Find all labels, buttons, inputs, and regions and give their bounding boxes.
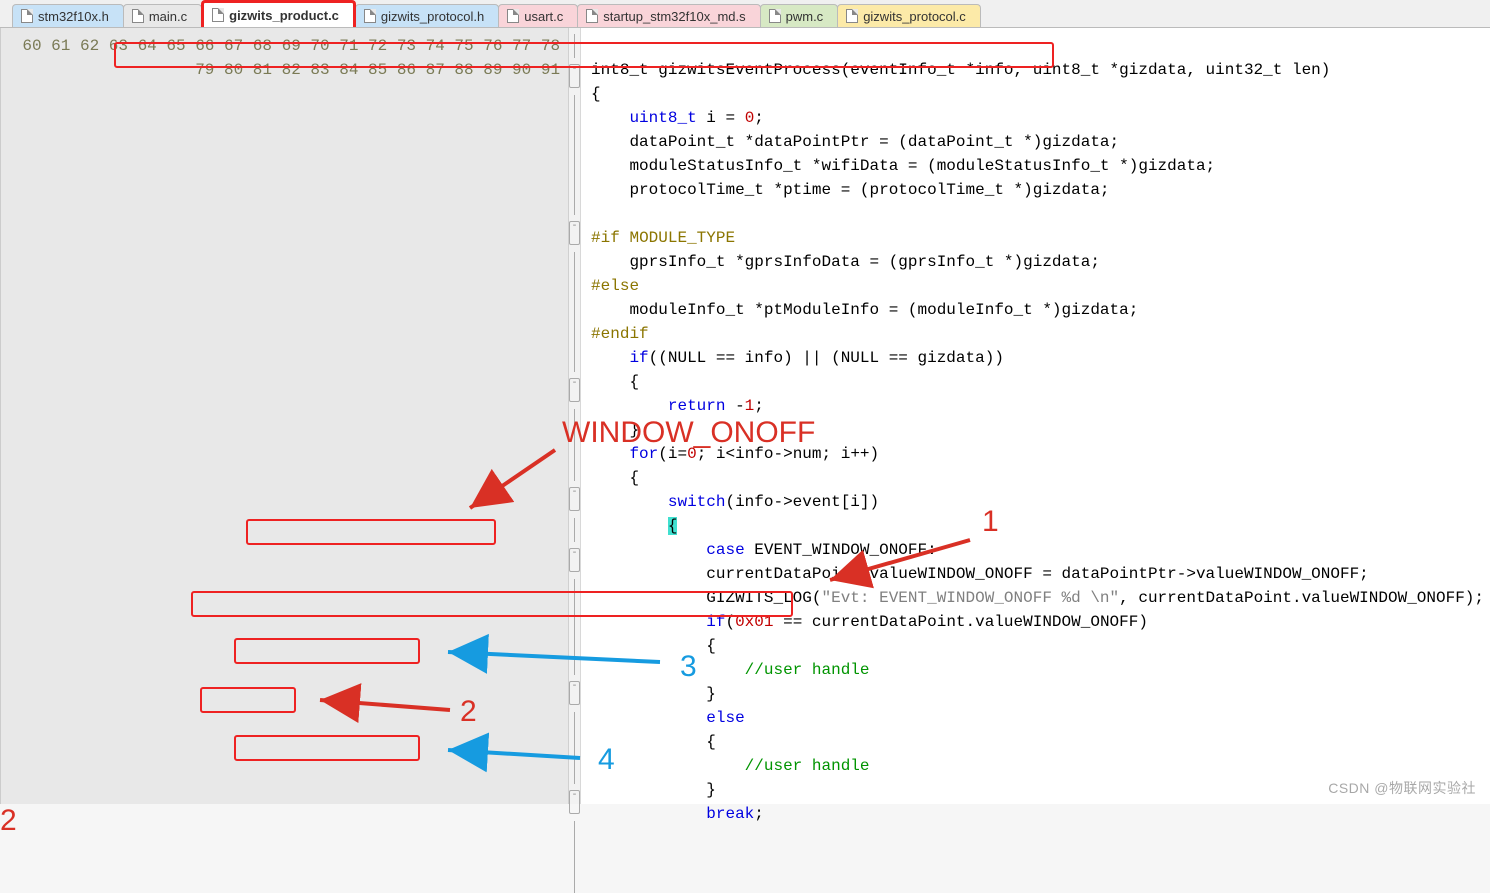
code-line: } bbox=[591, 421, 639, 439]
code-line: if(0x01 == currentDataPoint.valueWINDOW_… bbox=[591, 613, 1148, 631]
tab-gizwits-protocol-c[interactable]: gizwits_protocol.c bbox=[837, 4, 981, 27]
code-line: moduleInfo_t *ptModuleInfo = (moduleInfo… bbox=[591, 301, 1138, 319]
code-line: } bbox=[591, 781, 716, 799]
code-area[interactable]: int8_t gizwitsEventProcess(eventInfo_t *… bbox=[581, 28, 1490, 804]
code-line: break; bbox=[591, 805, 764, 823]
code-line: return -1; bbox=[591, 397, 764, 415]
watermark: CSDN @物联网实验社 bbox=[1328, 778, 1476, 798]
code-line: case EVENT_WINDOW_ONOFF: bbox=[591, 541, 937, 559]
code-line: switch(info->event[i]) bbox=[591, 493, 879, 511]
code-line: uint8_t i = 0; bbox=[591, 109, 764, 127]
code-line: protocolTime_t *ptime = (protocolTime_t … bbox=[591, 181, 1109, 199]
file-icon bbox=[364, 9, 376, 23]
code-line: currentDataPoint.valueWINDOW_ONOFF = dat… bbox=[591, 565, 1369, 583]
code-line: #endif bbox=[591, 325, 649, 343]
fold-column[interactable]: - - - - - - - bbox=[569, 28, 581, 804]
file-icon bbox=[846, 9, 858, 23]
code-line: #else bbox=[591, 277, 639, 295]
tab-stm32f10x-h[interactable]: stm32f10x.h bbox=[12, 4, 124, 27]
code-line: dataPoint_t *dataPointPtr = (dataPoint_t… bbox=[591, 133, 1119, 151]
file-icon bbox=[586, 9, 598, 23]
code-line: #if MODULE_TYPE bbox=[591, 229, 735, 247]
code-line: else bbox=[591, 709, 745, 727]
code-editor[interactable]: 60 61 62 63 64 65 66 67 68 69 70 71 72 7… bbox=[0, 28, 1490, 804]
file-icon bbox=[507, 9, 519, 23]
code-line: for(i=0; i<info->num; i++) bbox=[591, 445, 879, 463]
tab-bar: stm32f10x.h main.c gizwits_product.c giz… bbox=[0, 0, 1490, 28]
tab-gizwits-product-c[interactable]: gizwits_product.c bbox=[201, 0, 356, 27]
code-line: GIZWITS_LOG("Evt: EVENT_WINDOW_ONOFF %d … bbox=[591, 589, 1484, 607]
code-line: { bbox=[591, 469, 639, 487]
file-icon bbox=[21, 9, 33, 23]
tab-usart-c[interactable]: usart.c bbox=[498, 4, 578, 27]
code-line: { bbox=[591, 373, 639, 391]
code-line: { bbox=[591, 517, 677, 535]
file-icon bbox=[132, 9, 144, 23]
file-icon bbox=[212, 8, 224, 22]
tab-startup-md-s[interactable]: startup_stm32f10x_md.s bbox=[577, 4, 760, 27]
code-line: //user handle bbox=[591, 661, 869, 679]
code-line: gprsInfo_t *gprsInfoData = (gprsInfo_t *… bbox=[591, 253, 1100, 271]
code-line: //user handle bbox=[591, 757, 869, 775]
tab-gizwits-protocol-h[interactable]: gizwits_protocol.h bbox=[355, 4, 499, 27]
annotation-label-2: 2 bbox=[0, 804, 17, 838]
code-line: int8_t gizwitsEventProcess(eventInfo_t *… bbox=[591, 61, 1330, 79]
code-line: { bbox=[591, 733, 716, 751]
line-number-gutter: 60 61 62 63 64 65 66 67 68 69 70 71 72 7… bbox=[1, 28, 569, 804]
code-line: moduleStatusInfo_t *wifiData = (moduleSt… bbox=[591, 157, 1215, 175]
file-icon bbox=[769, 9, 781, 23]
code-line: { bbox=[591, 85, 601, 103]
code-line: { bbox=[591, 637, 716, 655]
tab-pwm-c[interactable]: pwm.c bbox=[760, 4, 839, 27]
code-line: } bbox=[591, 685, 716, 703]
code-line: if((NULL == info) || (NULL == gizdata)) bbox=[591, 349, 1004, 367]
tab-main-c[interactable]: main.c bbox=[123, 4, 202, 27]
